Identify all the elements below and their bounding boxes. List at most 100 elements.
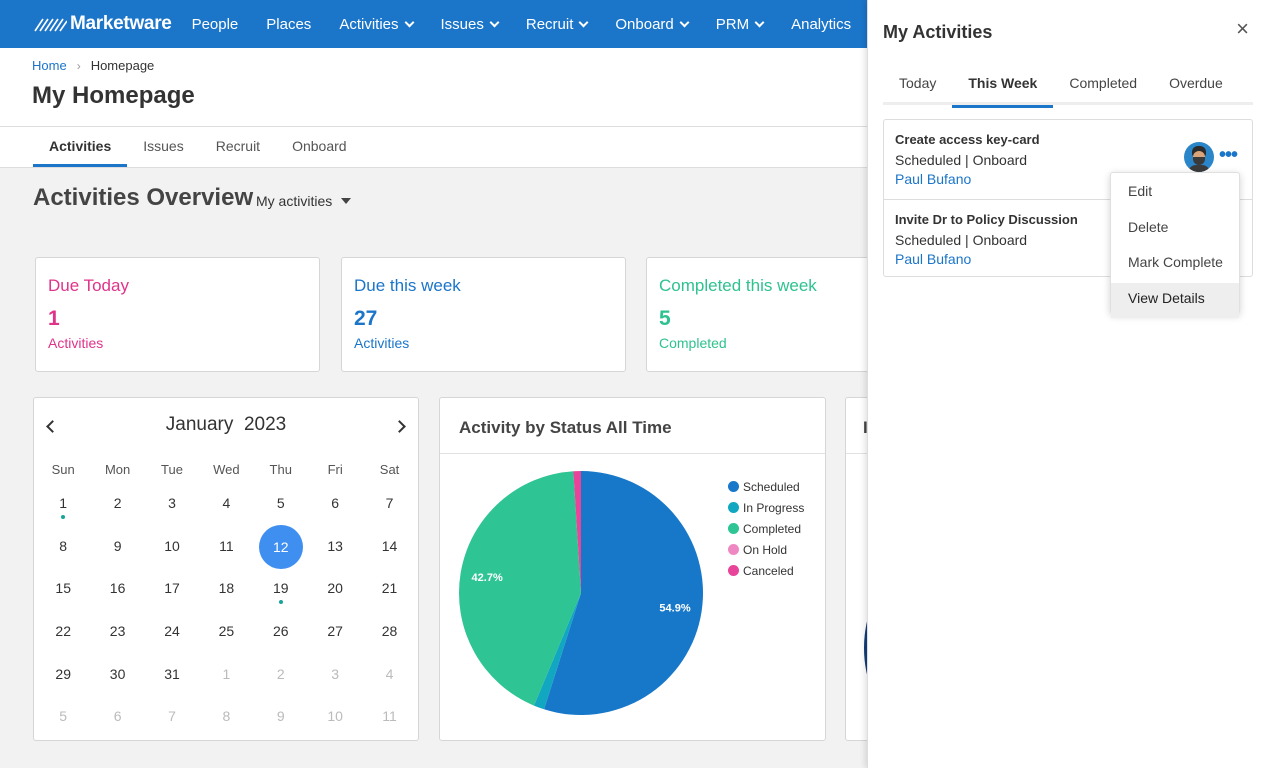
calendar-day[interactable]: 27 xyxy=(308,616,362,659)
tab-recruit[interactable]: Recruit xyxy=(200,127,276,167)
calendar-day[interactable]: 22 xyxy=(36,616,90,659)
legend-item-on-hold[interactable]: On Hold xyxy=(728,539,804,560)
tab-onboard[interactable]: Onboard xyxy=(276,127,362,167)
due-today-card[interactable]: Due Today 1 Activities xyxy=(35,257,320,372)
due-this-week-card[interactable]: Due this week 27 Activities xyxy=(341,257,626,372)
day-number: 27 xyxy=(327,623,343,640)
menu-item-edit[interactable]: Edit xyxy=(1111,176,1239,212)
calendar-day[interactable]: 16 xyxy=(90,573,144,616)
calendar-day[interactable]: 5 xyxy=(36,701,90,744)
nav-item-analytics[interactable]: Analytics xyxy=(791,16,851,33)
panel-tab-overdue[interactable]: Overdue xyxy=(1153,64,1239,105)
chevron-down-icon xyxy=(578,17,589,27)
calendar-day[interactable]: 4 xyxy=(199,488,253,531)
legend-label: Completed xyxy=(743,521,802,536)
legend-item-in-progress[interactable]: In Progress xyxy=(728,497,804,518)
breadcrumb-home-link[interactable]: Home xyxy=(32,58,67,73)
weekday-label: Thu xyxy=(269,462,292,477)
day-number: 4 xyxy=(385,665,394,682)
legend-label: On Hold xyxy=(743,542,788,557)
calendar-week: 29 30 31 1 2 3 4 xyxy=(36,659,417,702)
nav-item-prm[interactable]: PRM xyxy=(715,15,765,33)
day-number: 3 xyxy=(168,495,176,511)
calendar-day[interactable]: 29 xyxy=(36,659,90,702)
calendar-day[interactable]: 7 xyxy=(145,701,199,744)
calendar-day[interactable]: 8 xyxy=(36,531,90,574)
calendar-day[interactable]: 10 xyxy=(308,701,362,744)
calendar-day-today[interactable]: 12 xyxy=(254,524,308,574)
calendar-day[interactable]: 3 xyxy=(145,488,199,531)
calendar-day[interactable]: 24 xyxy=(145,616,199,659)
calendar-day[interactable]: 7 xyxy=(362,488,416,531)
calendar-day[interactable]: 8 xyxy=(199,701,253,744)
card-value: 27 xyxy=(354,307,378,330)
calendar-day[interactable]: 2 xyxy=(90,488,144,531)
calendar-day[interactable]: 10 xyxy=(145,531,199,574)
calendar-day[interactable]: 11 xyxy=(199,531,253,574)
menu-item-mark-complete[interactable]: Mark Complete xyxy=(1111,247,1239,283)
calendar-day[interactable]: 1 xyxy=(199,659,253,702)
calendar-day[interactable]: 21 xyxy=(362,573,416,616)
calendar-day[interactable]: 26 xyxy=(254,616,308,659)
calendar-day[interactable]: 2 xyxy=(254,659,308,702)
calendar-day[interactable]: 23 xyxy=(90,616,144,659)
calendar-day[interactable]: 3 xyxy=(308,659,362,702)
calendar-day[interactable]: 9 xyxy=(254,701,308,744)
panel-tab-today[interactable]: Today xyxy=(883,64,952,105)
day-number: 26 xyxy=(272,623,289,640)
nav-item-label: PRM xyxy=(715,15,750,33)
brand-logo[interactable]: Marketware xyxy=(33,13,172,35)
calendar-day[interactable]: 17 xyxy=(145,573,199,616)
calendar-day[interactable]: 31 xyxy=(145,659,199,702)
legend-item-canceled[interactable]: Canceled xyxy=(728,560,804,581)
day-number: 11 xyxy=(382,708,397,725)
day-number: 10 xyxy=(164,537,180,554)
nav-item-label: Activities xyxy=(339,15,399,33)
panel-tab-this-week[interactable]: This Week xyxy=(952,64,1054,108)
menu-item-delete[interactable]: Delete xyxy=(1111,212,1239,248)
nav-item-recruit[interactable]: Recruit xyxy=(526,16,589,33)
panel-tab-completed[interactable]: Completed xyxy=(1053,64,1153,105)
calendar-day[interactable]: 30 xyxy=(90,659,144,702)
panel-title: My Activities xyxy=(883,22,993,42)
calendar-day[interactable]: 11 xyxy=(362,701,416,744)
calendar-day[interactable]: 14 xyxy=(362,531,416,574)
legend-swatch-icon xyxy=(728,502,739,513)
calendar-day[interactable]: 9 xyxy=(90,531,144,574)
pie-data-label: 54.9% xyxy=(659,603,690,615)
tab-issues[interactable]: Issues xyxy=(127,127,199,167)
menu-item-view-details[interactable]: View Details xyxy=(1111,282,1239,319)
nav-item-issues[interactable]: Issues xyxy=(441,16,500,33)
calendar-day[interactable]: 4 xyxy=(362,659,416,702)
day-number: 3 xyxy=(331,665,340,682)
calendar-day[interactable]: 13 xyxy=(308,531,362,574)
overview-title: Activities Overview xyxy=(33,184,254,211)
calendar-day[interactable]: 20 xyxy=(308,573,362,616)
nav-item-people[interactable]: People xyxy=(192,16,239,33)
calendar-day[interactable]: 1 xyxy=(36,488,90,531)
close-icon[interactable]: × xyxy=(1236,18,1249,40)
day-number: 1 xyxy=(222,665,231,682)
tab-activities[interactable]: Activities xyxy=(33,127,128,167)
calendar-day[interactable]: 18 xyxy=(199,573,253,616)
day-number: 8 xyxy=(59,537,68,554)
calendar-day[interactable]: 28 xyxy=(362,616,416,659)
legend-item-scheduled[interactable]: Scheduled xyxy=(728,476,804,497)
more-options-icon[interactable]: ••• xyxy=(1219,145,1238,165)
nav-item-activities[interactable]: Activities xyxy=(339,15,414,33)
nav-item-onboard[interactable]: Onboard xyxy=(615,15,690,33)
calendar-day[interactable]: 19 xyxy=(254,573,308,616)
legend-item-completed[interactable]: Completed xyxy=(728,518,804,539)
calendar-day[interactable]: 25 xyxy=(199,616,253,659)
nav-item-label: Onboard xyxy=(615,15,674,33)
weekday-label: Wed xyxy=(213,462,240,477)
activity-filter-dropdown[interactable]: My activities xyxy=(256,193,352,209)
caret-down-icon xyxy=(341,198,352,204)
day-number: 2 xyxy=(276,665,285,682)
calendar-day[interactable]: 15 xyxy=(36,573,90,616)
calendar-grid: 1 2 3 4 5 6 7 8 9 10 11 12 13 14 15 16 17 18 19 20 21 22 23 24 2… xyxy=(36,488,417,744)
calendar-day[interactable]: 6 xyxy=(90,701,144,744)
weekday-label: Sat xyxy=(379,462,400,477)
calendar-day[interactable]: 6 xyxy=(308,488,362,531)
nav-item-places[interactable]: Places xyxy=(266,16,311,33)
